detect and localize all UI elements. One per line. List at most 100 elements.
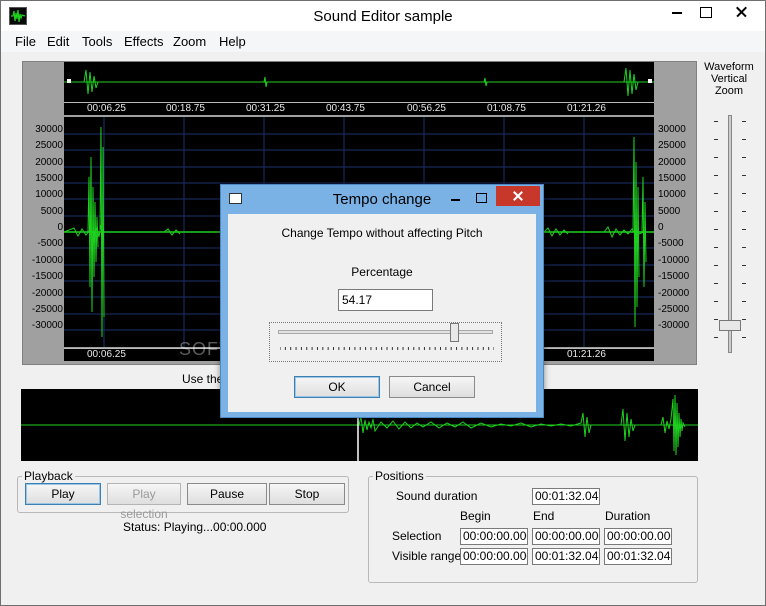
- selection-begin-field[interactable]: 00:00:00.000: [460, 528, 528, 545]
- playback-legend: Playback: [24, 469, 73, 483]
- dialog-title: Tempo change: [332, 191, 432, 208]
- ruler-tick-label: 01:21.26: [567, 103, 606, 114]
- pause-button[interactable]: Pause: [187, 483, 267, 505]
- ruler-tick-label: 00:43.75: [326, 103, 365, 114]
- zoom-tick: [714, 265, 718, 266]
- zoom-tick: [714, 139, 718, 140]
- zoom-tick: [742, 265, 746, 266]
- positions-legend: Positions: [375, 469, 424, 483]
- y-axis-tick-label: 15000: [35, 173, 63, 185]
- waveform-zoom-label: Waveform Vertical Zoom: [701, 61, 757, 97]
- y-axis-tick-label: 0: [658, 222, 664, 234]
- zoom-tick: [714, 319, 718, 320]
- y-axis-tick-label: -5000: [658, 238, 684, 250]
- dialog-close-button[interactable]: [496, 186, 540, 206]
- overview-waveform: [64, 67, 654, 97]
- percentage-label: Percentage: [351, 265, 413, 279]
- begin-column-header: Begin: [460, 509, 491, 523]
- y-axis-tick-label: 30000: [35, 124, 63, 135]
- menu-edit[interactable]: Edit: [47, 34, 69, 49]
- y-axis-tick-label: 5000: [658, 205, 681, 217]
- zoom-tick: [742, 157, 746, 158]
- window-title: Sound Editor sample: [313, 8, 453, 25]
- menu-help[interactable]: Help: [219, 34, 246, 49]
- ruler-tick-label: 00:06.25: [87, 103, 126, 114]
- dialog-body: Change Tempo without affecting Pitch Per…: [228, 214, 536, 412]
- zoom-tick: [714, 337, 718, 338]
- y-axis-tick-label: -20000: [658, 287, 690, 299]
- y-axis-tick-label: -25000: [658, 303, 690, 315]
- zoom-tick: [742, 229, 746, 230]
- y-axis-tick-label: 20000: [35, 156, 63, 168]
- play-button[interactable]: Play: [25, 483, 101, 505]
- stop-button[interactable]: Stop: [269, 483, 345, 505]
- dialog-minimize-button[interactable]: [446, 191, 466, 207]
- zoom-tick: [742, 175, 746, 176]
- ruler-tick-label: 00:18.75: [166, 103, 205, 114]
- ok-button[interactable]: OK: [294, 376, 380, 398]
- title-bar: Sound Editor sample: [1, 1, 765, 31]
- zoom-tick: [714, 301, 718, 302]
- y-axis-tick-label: 25000: [658, 140, 686, 152]
- duration-column-header: Duration: [605, 509, 651, 523]
- close-button[interactable]: [719, 1, 764, 23]
- zoom-tick: [714, 229, 718, 230]
- y-axis-tick-label: 10000: [658, 189, 686, 201]
- y-axis-tick-label: 30000: [658, 124, 686, 135]
- hint-text: Use the: [182, 372, 224, 386]
- sound-duration-field[interactable]: 00:01:32.043: [532, 488, 600, 505]
- selection-duration-field[interactable]: 00:00:00.000: [604, 528, 672, 545]
- zoom-label-line: Waveform: [704, 61, 754, 73]
- dialog-heading: Change Tempo without affecting Pitch: [281, 226, 483, 240]
- y-axis-tick-label: 0: [57, 222, 63, 234]
- y-axis-tick-label: -25000: [31, 303, 63, 315]
- zoom-tick: [714, 175, 718, 176]
- tempo-slider-track[interactable]: [278, 330, 493, 334]
- minimize-button[interactable]: [663, 1, 691, 23]
- visible-duration-field[interactable]: 00:01:32.043: [604, 548, 672, 565]
- vertical-zoom-slider[interactable]: [728, 115, 732, 353]
- y-axis-tick-label: 20000: [658, 156, 686, 168]
- ruler-tick-label: 00:56.25: [407, 103, 446, 114]
- zoom-label-line: Vertical: [710, 73, 748, 85]
- y-axis-tick-label: -30000: [31, 320, 63, 332]
- play-selection-button[interactable]: Play selection: [107, 483, 181, 521]
- tempo-slider[interactable]: [269, 322, 502, 362]
- visible-begin-field[interactable]: 00:00:00.000: [460, 548, 528, 565]
- y-axis-tick-label: -15000: [31, 271, 63, 283]
- tempo-change-dialog: Tempo change Change Tempo without affect…: [220, 184, 544, 418]
- menu-file[interactable]: File: [15, 34, 36, 49]
- y-axis-tick-label: -20000: [31, 287, 63, 299]
- zoom-tick: [742, 193, 746, 194]
- zoom-tick: [742, 139, 746, 140]
- visible-range-label: Visible range: [392, 549, 462, 563]
- menu-zoom[interactable]: Zoom: [173, 34, 206, 49]
- playback-status: Status: Playing...00:00.000: [123, 520, 267, 534]
- maximize-button[interactable]: [691, 1, 719, 23]
- y-axis-tick-label: -15000: [658, 271, 690, 283]
- waveform-overview[interactable]: [64, 62, 654, 102]
- dialog-maximize-button[interactable]: [471, 191, 491, 207]
- ruler-tick-label: 00:31.25: [246, 103, 285, 114]
- vertical-zoom-thumb[interactable]: [719, 320, 741, 331]
- end-column-header: End: [533, 509, 555, 523]
- menu-bar: File Edit Tools Effects Zoom Help: [1, 31, 765, 52]
- zoom-tick: [714, 283, 718, 284]
- visible-end-field[interactable]: 00:01:32.043: [532, 548, 600, 565]
- zoom-tick: [742, 247, 746, 248]
- selection-row-label: Selection: [392, 529, 442, 543]
- zoom-tick: [714, 193, 718, 194]
- cancel-button[interactable]: Cancel: [389, 376, 475, 398]
- zoom-tick: [742, 283, 746, 284]
- menu-tools[interactable]: Tools: [82, 34, 112, 49]
- tempo-slider-thumb[interactable]: [450, 323, 460, 342]
- ruler-tick-label: 01:08.75: [487, 103, 526, 114]
- zoom-tick: [742, 121, 746, 122]
- zoom-tick: [714, 211, 718, 212]
- selection-end-field[interactable]: 00:00:00.000: [532, 528, 600, 545]
- percentage-input[interactable]: [338, 289, 433, 311]
- zoom-tick: [742, 301, 746, 302]
- menu-effects[interactable]: Effects: [124, 34, 164, 49]
- ruler-tick-label: 00:06.25: [87, 349, 126, 360]
- y-axis-tick-label: -10000: [31, 254, 63, 266]
